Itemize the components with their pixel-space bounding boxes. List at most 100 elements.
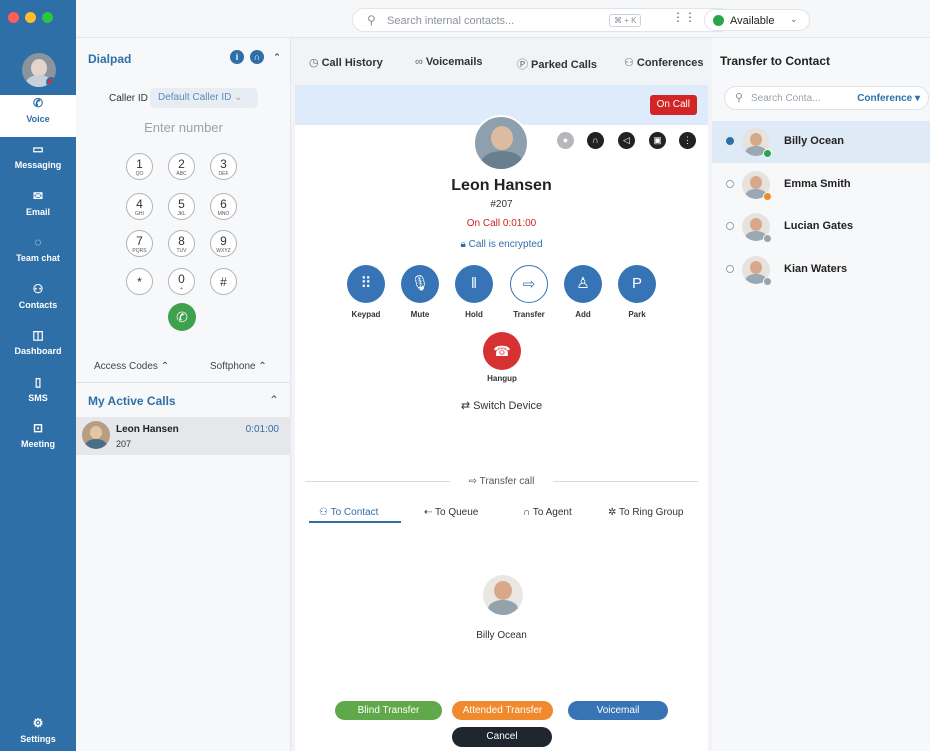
contact-row[interactable]: Billy Ocean [712,121,930,163]
headset-icon[interactable]: ∩ [250,50,264,64]
rail-item-contacts[interactable]: ⚇ Contacts [0,281,76,323]
blind-transfer-button[interactable]: Blind Transfer [335,701,442,720]
transfer-tab-label: To Agent [532,507,572,518]
add-button[interactable]: ♙ [564,265,602,303]
minimize-window-button[interactable] [25,12,36,23]
active-tab-indicator [309,521,401,523]
dialpad-key[interactable]: 5 JKL [168,193,195,220]
record-icon[interactable]: ● [557,132,574,149]
presence-dot [763,234,772,243]
dialpad-key-digit: 7 [136,234,143,248]
rail-item-settings[interactable]: ⚙ Settings [0,715,76,751]
contacts-icon: ⚇ [32,282,44,296]
access-codes-toggle[interactable]: Access Codes ⌃ [94,361,169,372]
mute-button[interactable]: 🎙︎ [401,265,439,303]
contact-radio[interactable] [726,222,734,230]
switch-device-button[interactable]: ⇄ Switch Device [295,399,708,412]
dialpad-key[interactable]: 1 QO [126,153,153,180]
mute-label: Mute [410,310,430,319]
gear-icon: ⚙ [32,716,44,730]
close-window-button[interactable] [8,12,19,23]
dialpad-key[interactable]: 6 MNO [210,193,237,220]
apps-grid-icon[interactable]: ⋮⋮ [672,10,696,30]
rail-item-dashboard[interactable]: ◫ Dashboard [0,327,76,369]
hangup-icon: ☎ [493,343,511,359]
active-call-time: 0:01:00 [245,424,279,435]
speaker-icon[interactable]: ◁ [618,132,635,149]
more-options-icon[interactable]: ⋮ [679,132,696,149]
contact-search-input[interactable]: ⚲ Search Conta... Conference ▾ [724,86,929,110]
transfer-tab-ring-group[interactable]: ✲ To Ring Group [608,507,683,518]
rail-item-email[interactable]: ✉ Email [0,188,76,230]
transfer-tab-contact[interactable]: ⚇ To Contact [319,507,378,518]
selected-contact-name: Billy Ocean [476,630,527,641]
active-call-item[interactable]: Leon Hansen 207 0:01:00 [76,417,291,455]
hangup-button[interactable]: ☎ [483,332,521,370]
park-label: Park [628,310,646,319]
rail-item-team-chat[interactable]: ◌ Team chat [0,234,76,276]
tab-call-history[interactable]: ◷ Call History [309,56,383,69]
conference-dropdown[interactable]: Conference ▾ [857,93,920,104]
collapse-chevron-icon[interactable]: ⌃ [270,50,284,64]
transfer-title-text: Transfer call [479,476,535,487]
contact-radio[interactable] [726,137,734,145]
transfer-tab-agent[interactable]: ∩ To Agent [523,507,572,518]
dialpad-key-letters: TUV [176,248,187,254]
transfer-contact-panel: Transfer to Contact ⚲ Search Conta... Co… [712,38,930,751]
dialpad-key[interactable]: 7 PQRS [126,230,153,257]
tab-parked-calls[interactable]: Ⓟ Parked Calls [517,56,597,72]
dialpad-key[interactable]: 8 TUV [168,230,195,257]
dialpad-key[interactable]: 4 GHI [126,193,153,220]
rail-item-sms[interactable]: ▯ SMS [0,374,76,416]
video-icon[interactable]: ▣ [649,132,666,149]
contact-row[interactable]: Lucian Gates [712,206,930,248]
dialpad-key-letters: + [180,286,183,292]
info-icon[interactable]: i [230,50,244,64]
attended-transfer-button[interactable]: Attended Transfer [452,701,553,720]
rail-item-label: Meeting [20,439,55,449]
cancel-button[interactable]: Cancel [452,727,552,747]
transfer-tab-queue[interactable]: ⇠ To Queue [424,507,478,518]
contact-name: Kian Waters [784,263,848,275]
park-button[interactable]: P [618,265,656,303]
chat-icon: ▭ [32,142,44,156]
encryption-status: 🔒︎ Call is encrypted [295,239,708,250]
caller-extension: #207 [490,199,513,210]
hold-button[interactable]: ‖ [455,265,493,303]
number-input[interactable]: Enter number [76,120,291,135]
dialpad-key[interactable]: * [126,268,153,295]
headset-icon[interactable]: ∩ [587,132,604,149]
caller-avatar [473,115,529,171]
dialpad-key[interactable]: # [210,268,237,295]
switch-device-label: Switch Device [473,400,543,412]
dialpad-key-letters: GHI [135,211,144,217]
status-dot [713,15,724,26]
tab-label: Parked Calls [531,59,598,71]
dialpad-key[interactable]: 2 ABC [168,153,195,180]
dialpad-key-digit: 1 [136,157,143,171]
dialpad-key[interactable]: 3 DEF [210,153,237,180]
caller-id-select[interactable]: Default Caller ID ⌄ [150,88,258,108]
user-avatar[interactable] [22,53,56,87]
status-selector[interactable]: Available ⌄ [704,9,810,31]
transfer-button[interactable]: ⇨ [510,265,548,303]
softphone-toggle[interactable]: Softphone ⌃ [210,361,267,372]
rail-item-meeting[interactable]: ⊡ Meeting [0,420,76,462]
voicemail-button[interactable]: Voicemail [568,701,668,720]
rail-item-voice[interactable]: ✆ Voice [0,95,76,137]
zoom-window-button[interactable] [42,12,53,23]
tab-conferences[interactable]: ⚇ Conferences [624,56,704,69]
contact-radio[interactable] [726,265,734,273]
active-calls-header[interactable]: My Active Calls ⌃ [76,382,291,414]
contact-row[interactable]: Kian Waters [712,249,930,291]
dialpad-key[interactable]: 0 + [168,268,195,295]
contact-radio[interactable] [726,180,734,188]
keypad-button[interactable]: ⠿ [347,265,385,303]
add-user-icon: ♙ [576,275,590,292]
dialpad-key[interactable]: 9 WXYZ [210,230,237,257]
rail-item-label: Voice [26,114,50,124]
tab-voicemails[interactable]: ∞ Voicemails [415,56,483,68]
dial-call-button[interactable]: ✆ [168,303,196,331]
rail-item-messaging[interactable]: ▭ Messaging [0,141,76,183]
contact-row[interactable]: Emma Smith [712,164,930,206]
